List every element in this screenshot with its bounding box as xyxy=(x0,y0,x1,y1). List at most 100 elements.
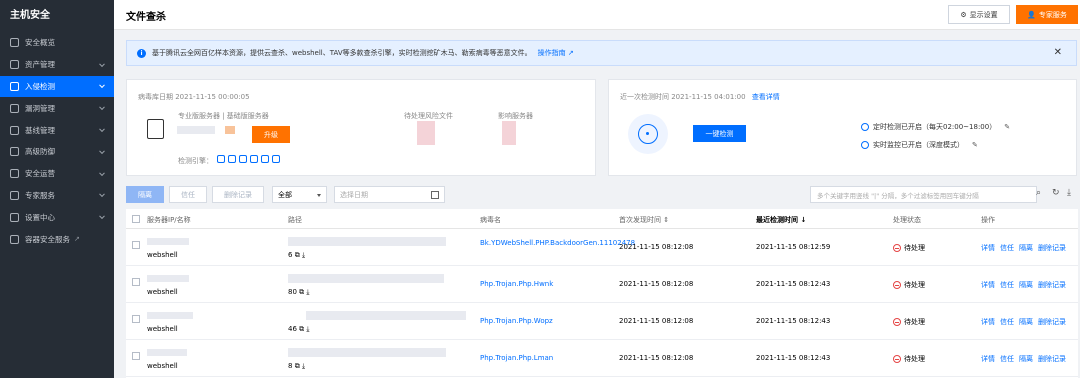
refresh-icon[interactable]: ↻ xyxy=(1052,188,1060,198)
sidebar-item-operations[interactable]: 安全运营 xyxy=(0,163,114,185)
trust-button[interactable]: 信任 xyxy=(169,186,207,203)
sidebar-item-baseline[interactable]: 基线管理 xyxy=(0,119,114,141)
copy-icon[interactable]: ⧉ xyxy=(295,251,300,259)
table-row: webshell 80 ⧉ ⤓ Php.Trojan.Php.Hwnk 2021… xyxy=(126,266,1078,303)
delete-link[interactable]: 删除记录 xyxy=(1038,243,1066,253)
download-icon[interactable]: ⤓ xyxy=(302,362,305,370)
isolate-link[interactable]: 隔离 xyxy=(1019,243,1033,253)
trust-link[interactable]: 信任 xyxy=(1000,317,1014,327)
col-ops: 操作 xyxy=(981,216,995,224)
detail-link[interactable]: 详情 xyxy=(981,317,995,327)
scheduled-scan-row: 定时检测已开启（每天02:00~18:00） ✎ xyxy=(861,122,1010,132)
affected-count-blurred xyxy=(502,121,516,145)
download-icon[interactable]: ⤓ xyxy=(302,251,305,259)
col-first-found[interactable]: 首次发现时间 ⇕ xyxy=(619,215,669,225)
table-row: webshell 8 ⧉ ⤓ Php.Trojan.Php.Lman 2021-… xyxy=(126,340,1078,377)
trust-link[interactable]: 信任 xyxy=(1000,280,1014,290)
col-path: 路径 xyxy=(288,216,302,224)
server-ip-blurred xyxy=(147,275,189,282)
path-count-value: 8 xyxy=(288,362,293,370)
delete-link[interactable]: 删除记录 xyxy=(1038,317,1066,327)
status-filter-select[interactable]: 全部 xyxy=(272,186,327,203)
gear-icon: ⚙ xyxy=(960,10,967,19)
delete-link[interactable]: 删除记录 xyxy=(1038,354,1066,364)
row-checkbox[interactable] xyxy=(132,315,140,323)
isolate-link[interactable]: 隔离 xyxy=(1019,354,1033,364)
display-settings-button[interactable]: ⚙ 显示设置 xyxy=(948,5,1010,24)
col-last-detected[interactable]: 最近检测时间 ↓ xyxy=(756,215,806,225)
detail-link[interactable]: 详情 xyxy=(981,280,995,290)
close-icon[interactable]: ✕ xyxy=(1054,47,1062,58)
sidebar-item-expert[interactable]: 专家服务 xyxy=(0,185,114,207)
last-scan-row: 近一次检测时间 2021-11-15 04:01:00 查看详情 xyxy=(620,92,780,102)
sort-icon: ⇕ xyxy=(663,216,670,224)
sidebar-item-label: 专家服务 xyxy=(25,190,55,200)
copy-icon[interactable]: ⧉ xyxy=(299,325,304,333)
sidebar-item-label: 设置中心 xyxy=(25,212,55,222)
virus-name-link[interactable]: Php.Trojan.Php.Wopz xyxy=(480,317,553,325)
clock-icon xyxy=(861,123,869,131)
shield-icon xyxy=(10,81,19,91)
search-input[interactable]: 多个关键字用竖线 "|" 分隔，多个过滤标签用回车键分隔 xyxy=(810,186,1037,203)
sidebar-item-intrusion[interactable]: 入侵检测 xyxy=(0,75,114,98)
edit-icon[interactable]: ✎ xyxy=(972,141,978,149)
sidebar-item-settings[interactable]: 设置中心 xyxy=(0,206,114,228)
pending-icon xyxy=(893,281,901,289)
virus-name-link[interactable]: Bk.YDWebShell.PHP.BackdoorGen.11102478 xyxy=(480,238,635,248)
sidebar-item-overview[interactable]: 安全概览 xyxy=(0,32,114,54)
sidebar-item-label: 高级防御 xyxy=(25,147,55,157)
page-title: 文件查杀 xyxy=(126,12,166,23)
isolate-link[interactable]: 隔离 xyxy=(1019,317,1033,327)
server-name: webshell xyxy=(147,325,178,333)
row-checkbox[interactable] xyxy=(132,241,140,249)
search-icon[interactable]: ⌕ xyxy=(1036,188,1041,198)
operations-icon xyxy=(10,169,19,179)
first-found-time: 2021-11-15 08:12:08 xyxy=(619,317,694,325)
download-icon[interactable]: ⤓ xyxy=(306,325,309,333)
server-count-blurred xyxy=(177,126,215,134)
isolate-button[interactable]: 隔离 xyxy=(126,186,164,203)
sidebar-item-assets[interactable]: 资产管理 xyxy=(0,54,114,76)
col-server: 服务器IP/名称 xyxy=(147,216,191,224)
one-click-scan-button[interactable]: 一键检测 xyxy=(693,125,746,142)
date-picker[interactable]: 选择日期 xyxy=(334,186,445,203)
server-name: webshell xyxy=(147,288,178,296)
row-checkbox[interactable] xyxy=(132,278,140,286)
external-link-icon: ↗ xyxy=(74,235,80,244)
detail-link[interactable]: 详情 xyxy=(981,354,995,364)
download-icon[interactable]: ⤓ xyxy=(1067,188,1071,198)
isolate-link[interactable]: 隔离 xyxy=(1019,280,1033,290)
copy-icon[interactable]: ⧉ xyxy=(295,362,300,370)
trust-link[interactable]: 信任 xyxy=(1000,354,1014,364)
download-icon[interactable]: ⤓ xyxy=(306,288,309,296)
delete-record-button[interactable]: 删除记录 xyxy=(212,186,264,203)
chevron-down-icon xyxy=(99,213,105,220)
row-checkbox[interactable] xyxy=(132,352,140,360)
sidebar-item-label: 容器安全服务 xyxy=(25,234,70,244)
chevron-down-icon xyxy=(99,104,105,111)
engine-icons xyxy=(217,155,283,163)
server-ip-blurred xyxy=(147,349,187,356)
sidebar-item-container[interactable]: 容器安全服务 ↗ xyxy=(0,228,114,250)
upgrade-button[interactable]: 升级 xyxy=(252,126,290,143)
assets-icon xyxy=(10,60,19,70)
expert-service-button[interactable]: 👤 专家服务 xyxy=(1016,5,1078,24)
col-last-detected-label: 最近检测时间 xyxy=(756,216,798,224)
path-count: 8 ⧉ ⤓ xyxy=(288,362,305,371)
display-settings-label: 显示设置 xyxy=(969,10,998,19)
scan-illustration xyxy=(628,114,668,154)
trust-link[interactable]: 信任 xyxy=(1000,243,1014,253)
sidebar-item-vulnerability[interactable]: 漏洞管理 xyxy=(0,97,114,119)
edit-icon[interactable]: ✎ xyxy=(1004,123,1010,131)
copy-icon[interactable]: ⧉ xyxy=(299,288,304,296)
virus-name-link[interactable]: Php.Trojan.Php.Lman xyxy=(480,354,553,362)
view-details-link[interactable]: 查看详情 xyxy=(752,93,780,101)
detail-link[interactable]: 详情 xyxy=(981,243,995,253)
delete-link[interactable]: 删除记录 xyxy=(1038,280,1066,290)
guide-link[interactable]: 操作指南 ↗ xyxy=(538,48,574,58)
first-found-time: 2021-11-15 08:12:08 xyxy=(619,354,694,362)
server-name: webshell xyxy=(147,251,178,259)
select-all-checkbox[interactable] xyxy=(132,215,140,223)
sidebar-item-defense[interactable]: 高级防御 xyxy=(0,141,114,163)
virus-name-link[interactable]: Php.Trojan.Php.Hwnk xyxy=(480,280,553,288)
